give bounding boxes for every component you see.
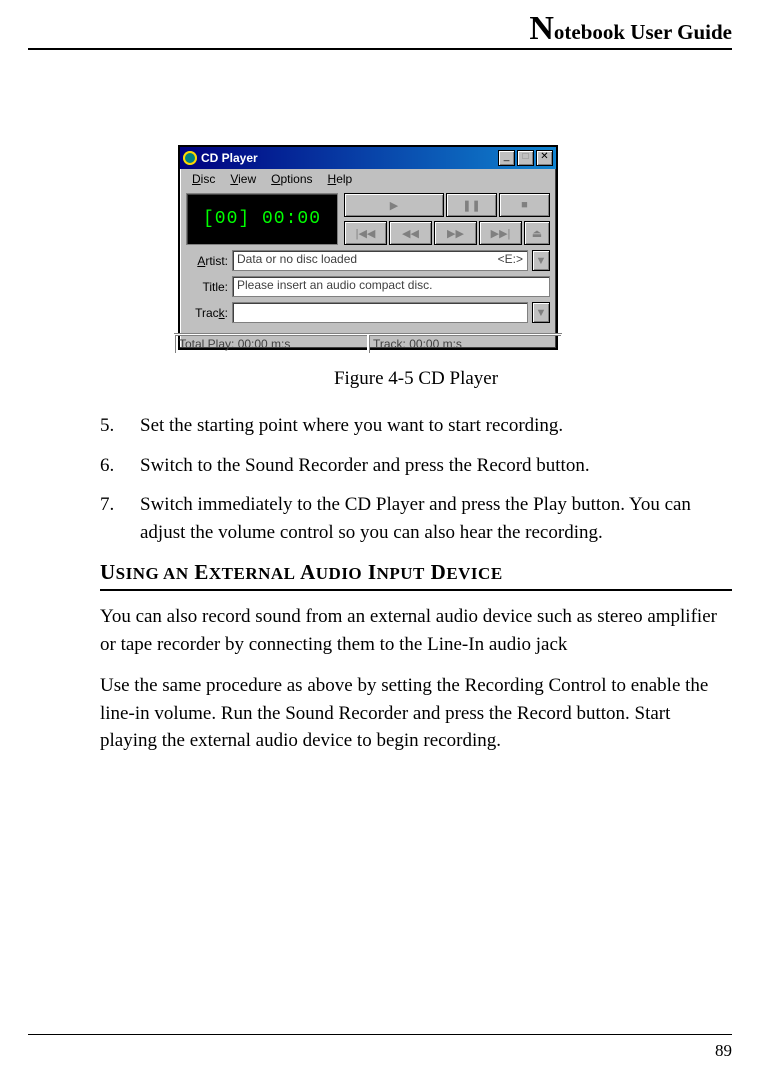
step-7: 7.Switch immediately to the CD Player an…	[100, 491, 732, 546]
menu-view[interactable]: View	[224, 171, 262, 187]
step-list: 5.Set the starting point where you want …	[100, 412, 732, 546]
paragraph-2: Use the same procedure as above by setti…	[100, 672, 732, 755]
artist-drive: <E:>	[498, 252, 523, 269]
artist-value: Data or no disc loaded	[237, 252, 357, 269]
stop-button[interactable]: ■	[499, 193, 550, 217]
title-field: Please insert an audio compact disc.	[232, 276, 550, 297]
time-display: [00] 00:00	[186, 193, 338, 245]
cd-player-window: CD Player _ □ ✕ Disc View Options Help […	[178, 145, 558, 350]
titlebar: CD Player _ □ ✕	[180, 147, 556, 169]
menu-disc[interactable]: Disc	[186, 171, 221, 187]
track-dropdown-button[interactable]: ▼	[532, 302, 550, 323]
paragraph-1: You can also record sound from an extern…	[100, 603, 732, 658]
footer-rule	[28, 1034, 732, 1035]
eject-button[interactable]: ⏏	[524, 221, 550, 245]
status-track: Track: 00:00 m:s	[368, 334, 562, 354]
artist-dropdown-button[interactable]: ▼	[532, 250, 550, 271]
close-button[interactable]: ✕	[536, 150, 553, 166]
title-label: Title:	[186, 280, 228, 294]
forward-button[interactable]: ▶▶	[434, 221, 477, 245]
minimize-button[interactable]: _	[498, 150, 515, 166]
artist-label: Artist:	[186, 254, 228, 268]
maximize-button[interactable]: □	[517, 150, 534, 166]
figure-caption: Figure 4-5 CD Player	[100, 368, 732, 390]
status-total: Total Play: 00:00 m:s	[174, 334, 368, 354]
next-track-button[interactable]: ▶▶|	[479, 221, 522, 245]
step-5: 5.Set the starting point where you want …	[100, 412, 732, 440]
prev-track-button[interactable]: |◀◀	[344, 221, 387, 245]
window-title: CD Player	[201, 151, 496, 165]
pause-button[interactable]: ❚❚	[446, 193, 497, 217]
header-rest: otebook User Guide	[554, 20, 732, 44]
track-field[interactable]	[232, 302, 528, 323]
menu-options[interactable]: Options	[265, 171, 318, 187]
header-big-n: N	[529, 10, 554, 47]
doc-header: Notebook User Guide	[529, 10, 732, 48]
rewind-button[interactable]: ◀◀	[389, 221, 432, 245]
play-button[interactable]: ▶	[344, 193, 444, 217]
page-number: 89	[715, 1041, 732, 1061]
cd-app-icon	[183, 151, 197, 165]
artist-field[interactable]: Data or no disc loaded <E:>	[232, 250, 528, 271]
menu-help[interactable]: Help	[322, 171, 359, 187]
header-rule	[28, 48, 732, 50]
menubar: Disc View Options Help	[180, 169, 556, 189]
section-heading: USING AN EXTERNAL AUDIO INPUT DEVICE	[100, 560, 732, 585]
status-bar: Total Play: 00:00 m:s Track: 00:00 m:s	[174, 333, 562, 354]
section-rule	[100, 589, 732, 591]
track-label: Track:	[186, 306, 228, 320]
step-6: 6.Switch to the Sound Recorder and press…	[100, 452, 732, 480]
